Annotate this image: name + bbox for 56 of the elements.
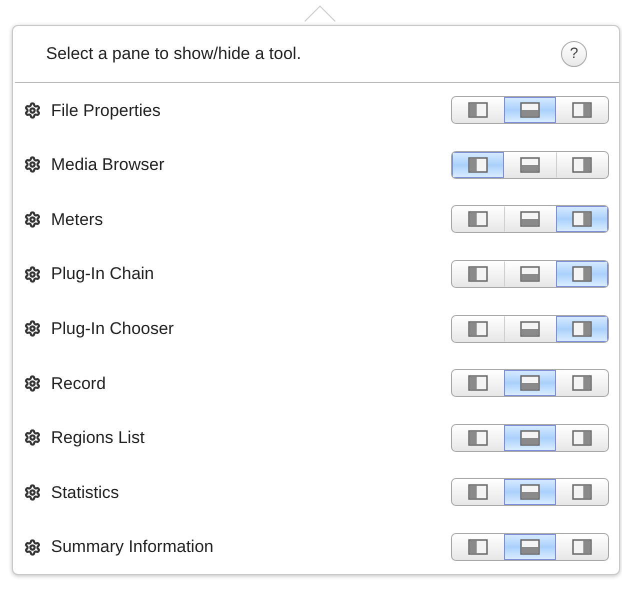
left-pane-icon xyxy=(468,266,488,282)
bottom-pane-icon xyxy=(520,484,540,500)
gear-icon[interactable] xyxy=(24,320,41,338)
tool-name: Record xyxy=(51,372,106,395)
tool-name: Summary Information xyxy=(51,536,214,558)
bottom-pane-icon xyxy=(520,539,540,556)
bottom-pane-icon xyxy=(520,211,540,228)
right-pane-icon xyxy=(572,375,592,392)
left-pane-icon xyxy=(468,484,488,500)
right-pane-icon xyxy=(572,539,592,556)
right-pane-icon xyxy=(572,266,592,282)
tool-name: Media Browser xyxy=(51,154,164,176)
right-pane-icon xyxy=(572,102,592,118)
pane-option[interactable] xyxy=(556,316,608,342)
help-button[interactable]: ? xyxy=(561,41,587,67)
pane-option[interactable] xyxy=(556,206,608,232)
pane-option[interactable] xyxy=(452,152,504,178)
pane-option[interactable] xyxy=(504,534,556,560)
gear-icon[interactable] xyxy=(24,210,41,228)
pane-option[interactable] xyxy=(504,97,556,124)
gear-icon[interactable] xyxy=(24,429,41,446)
bottom-pane-icon xyxy=(520,156,540,173)
pane-option[interactable] xyxy=(504,424,556,451)
pane-option[interactable] xyxy=(556,261,608,288)
gear-icon[interactable] xyxy=(24,484,41,501)
left-pane-icon xyxy=(468,102,488,118)
tool-name: Statistics xyxy=(51,482,120,504)
left-pane-icon xyxy=(468,156,488,173)
gear-icon[interactable] xyxy=(24,156,41,174)
left-pane-icon xyxy=(468,211,488,228)
right-pane-icon xyxy=(572,484,592,500)
right-pane-icon xyxy=(572,211,592,228)
right-pane-icon xyxy=(572,156,592,173)
pane-option[interactable] xyxy=(504,370,556,396)
gear-icon[interactable] xyxy=(24,266,41,283)
gear-icon[interactable] xyxy=(24,374,41,392)
tool-name: Plug-In Chooser xyxy=(51,318,174,340)
tool-name: Meters xyxy=(51,208,103,231)
left-pane-icon xyxy=(468,375,488,392)
gear-icon[interactable] xyxy=(24,538,41,556)
bottom-pane-icon xyxy=(520,430,540,446)
tool-name: Regions List xyxy=(51,427,145,450)
pane-option[interactable] xyxy=(504,479,556,506)
gear-icon[interactable] xyxy=(24,102,41,119)
right-pane-icon xyxy=(572,430,592,446)
tool-name: File Properties xyxy=(51,100,161,122)
left-pane-icon xyxy=(468,539,488,556)
left-pane-icon xyxy=(468,430,488,446)
bottom-pane-icon xyxy=(520,266,540,282)
tool-name: Plug-In Chain xyxy=(51,263,154,286)
bottom-pane-icon xyxy=(520,102,540,118)
bottom-pane-icon xyxy=(520,320,540,337)
instruction-text: Select a pane to show/hide a tool. xyxy=(46,43,302,66)
left-pane-icon xyxy=(468,320,488,337)
bottom-pane-icon xyxy=(520,375,540,392)
right-pane-icon xyxy=(572,320,592,337)
